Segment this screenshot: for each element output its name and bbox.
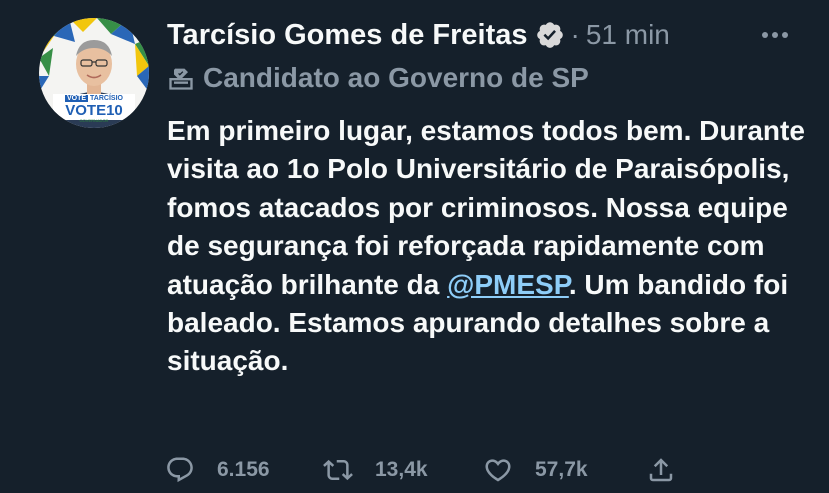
like-button[interactable]: 57,7k xyxy=(483,455,646,485)
avatar-badge: VOTE TARCÍSIO VOTE10 GOVERNADOR xyxy=(53,95,135,123)
author-name[interactable]: Tarcísio Gomes de Freitas xyxy=(167,19,528,52)
ballot-box-icon xyxy=(167,64,195,92)
reply-icon xyxy=(165,455,195,485)
tweet-time[interactable]: 51 min xyxy=(586,19,670,51)
tweet-text: Em primeiro lugar, estamos todos bem. Du… xyxy=(167,112,807,381)
share-icon xyxy=(646,455,676,485)
tweet: VOTE TARCÍSIO VOTE10 GOVERNADOR Tarcísio… xyxy=(0,0,829,493)
verified-check-icon xyxy=(535,20,565,50)
account-label-text[interactable]: Candidato ao Governo de SP xyxy=(203,62,589,94)
tweet-actions: 6.156 13,4k 57,7k xyxy=(165,452,676,488)
avatar-badge-vote: VOTE xyxy=(65,95,89,102)
tweet-header: Tarcísio Gomes de Freitas · 51 min xyxy=(167,14,807,56)
avatar-badge-name: TARCÍSIO xyxy=(90,95,123,102)
retweet-button[interactable]: 13,4k xyxy=(323,455,483,485)
tweet-content: Tarcísio Gomes de Freitas · 51 min Candi… xyxy=(167,14,807,381)
retweet-count: 13,4k xyxy=(375,458,428,481)
avatar-badge-big: VOTE10 xyxy=(65,102,123,119)
retweet-icon xyxy=(323,455,353,485)
reply-count: 6.156 xyxy=(217,458,270,481)
more-options-icon[interactable] xyxy=(755,18,795,52)
author-avatar[interactable]: VOTE TARCÍSIO VOTE10 GOVERNADOR xyxy=(39,18,149,128)
separator-dot: · xyxy=(570,19,580,50)
avatar-badge-sub: GOVERNADOR xyxy=(79,118,109,123)
share-button[interactable] xyxy=(646,455,676,485)
heart-icon xyxy=(483,455,513,485)
account-label: Candidato ao Governo de SP xyxy=(167,58,807,98)
mention-link[interactable]: @PMESP xyxy=(447,269,569,300)
reply-button[interactable]: 6.156 xyxy=(165,455,323,485)
like-count: 57,7k xyxy=(535,458,588,481)
